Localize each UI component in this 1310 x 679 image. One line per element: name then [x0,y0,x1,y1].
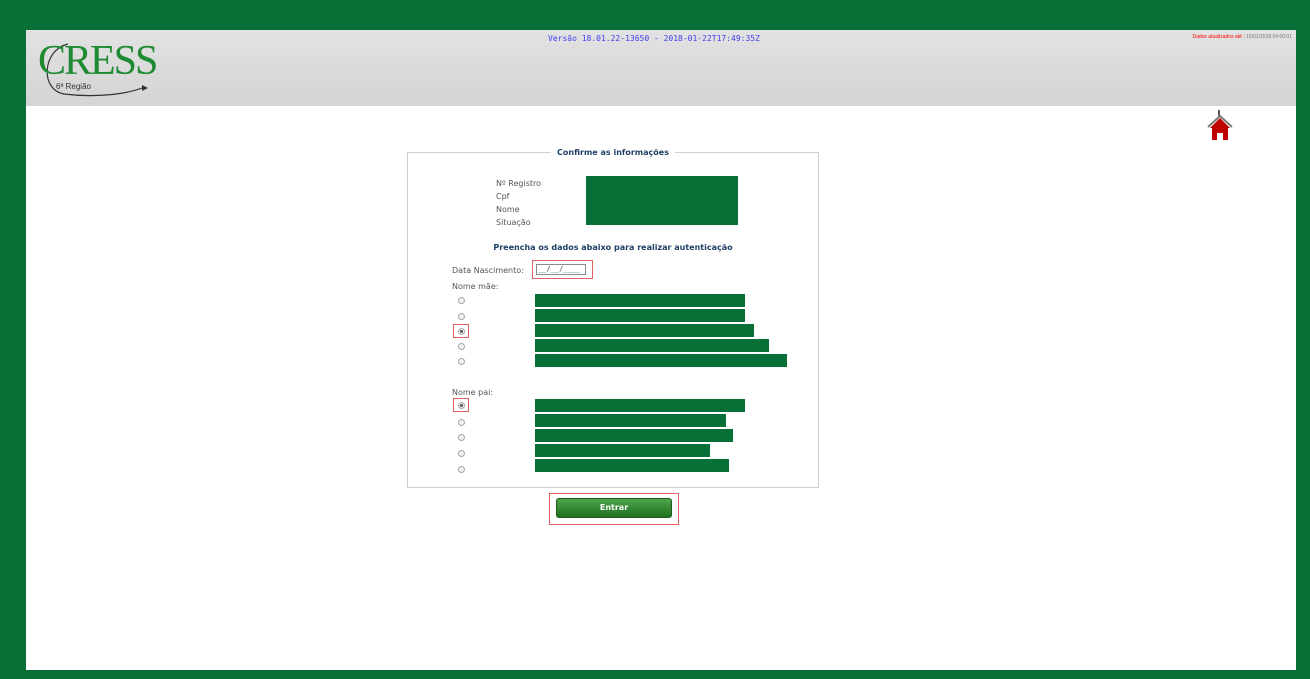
version-label: Versão 18.01.22-13650 - 2018-01-22T17:49… [548,34,760,43]
auth-subtitle: Preencha os dados abaixo para realizar a… [493,243,733,252]
data-updated-label: Dados atualizados até : 15/01/2018 04:00… [1192,34,1292,40]
redacted-father-option-2 [535,414,726,427]
label-nome: Nome [496,205,520,214]
home-icon[interactable] [1206,110,1234,142]
updated-timestamp: 15/01/2018 04:00:01 [1246,34,1292,40]
redacted-father-option-4 [535,444,710,457]
updated-label-text: Dados atualizados até : [1192,34,1247,40]
father-option-4-radio[interactable] [458,450,465,457]
label-cpf: Cpf [496,192,510,201]
father-option-1-radio[interactable] [458,402,465,409]
label-situacao: Situação [496,218,531,227]
redacted-father-option-3 [535,429,733,442]
info-labels: Nº Registro Cpf Nome Situação [496,177,541,229]
header-bar: CRESS 6ª Região Versão 18.01.22-13650 - … [26,30,1296,106]
logo-subtitle: 6ª Região [56,82,91,91]
logo-text: CRESS [38,38,158,84]
father-option-5-radio[interactable] [458,466,465,473]
mother-option-4-radio[interactable] [458,343,465,350]
redacted-mother-option-1 [535,294,745,307]
redacted-father-option-1 [535,399,745,412]
mother-name-label: Nome mãe: [452,282,499,291]
mother-option-5-radio[interactable] [458,358,465,365]
dob-highlight: __/__/____ [532,260,593,279]
redacted-info-block [586,176,738,225]
fieldset-legend: Confirme as informações [557,148,669,157]
redacted-mother-option-5 [535,354,787,367]
redacted-mother-option-4 [535,339,769,352]
auth-fieldset: Confirme as informações Nº Registro Cpf … [407,148,819,488]
mother-option-3-radio[interactable] [458,328,465,335]
label-registro: Nº Registro [496,179,542,188]
mother-option-2-radio[interactable] [458,313,465,320]
cress-logo[interactable]: CRESS 6ª Região [38,36,178,100]
father-name-label: Nome pai: [452,388,494,397]
page-frame: CRESS 6ª Região Versão 18.01.22-13650 - … [26,30,1296,670]
redacted-mother-option-3 [535,324,754,337]
dob-input[interactable]: __/__/____ [536,264,586,275]
father-option-2-radio[interactable] [458,419,465,426]
father-option-3-radio[interactable] [458,434,465,441]
redacted-mother-option-2 [535,309,745,322]
entrar-button[interactable]: Entrar [556,498,672,518]
redacted-father-option-5 [535,459,729,472]
mother-option-1-radio[interactable] [458,297,465,304]
dob-label: Data Nascimento: [452,266,524,275]
